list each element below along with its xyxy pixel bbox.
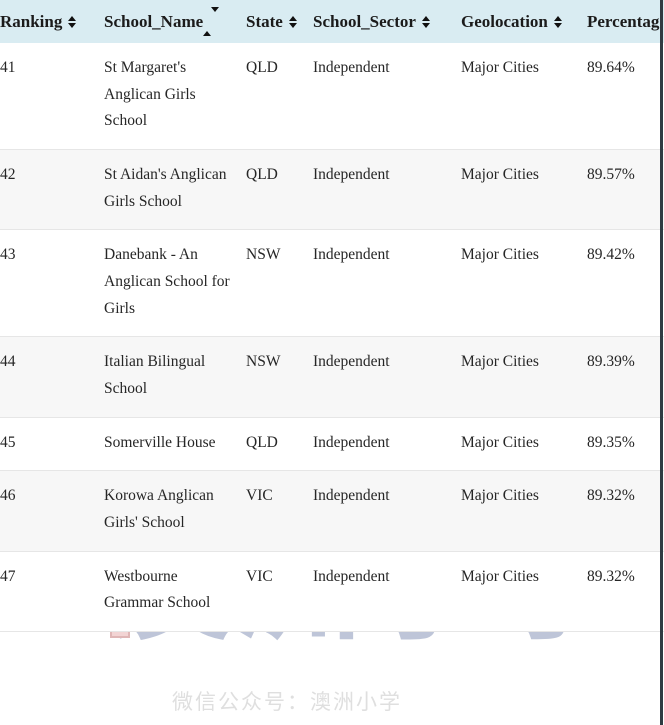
- column-header-label: School_Sector: [313, 12, 416, 31]
- cell-school-name: Westbourne Grammar School: [104, 551, 246, 632]
- cell-school-name: Italian Bilingual School: [104, 336, 246, 418]
- column-header-ranking[interactable]: Ranking: [0, 0, 104, 43]
- table-body: 41 St Margaret's Anglican Girls School Q…: [0, 43, 664, 632]
- cell-ranking: 42: [0, 149, 104, 231]
- cell-geolocation: Major Cities: [461, 336, 587, 418]
- cell-percentage: 89.64%: [587, 43, 664, 150]
- sort-arrows-icon[interactable]: [553, 15, 562, 28]
- column-header-label: Percentag: [587, 12, 660, 31]
- vertical-scrollbar[interactable]: [660, 0, 663, 725]
- table-row[interactable]: 45 Somerville House QLD Independent Majo…: [0, 417, 664, 472]
- column-header-label: Ranking: [0, 12, 63, 31]
- cell-school-name: Somerville House: [104, 417, 246, 472]
- cell-geolocation: Major Cities: [461, 229, 587, 338]
- column-header-label: School_Name: [104, 12, 204, 31]
- school-ranking-table: Ranking School_Name State School_Sector …: [0, 0, 664, 632]
- table-row[interactable]: 43 Danebank - An Anglican School for Gir…: [0, 229, 664, 338]
- column-header-percentage[interactable]: Percentag: [587, 0, 664, 43]
- cell-state: VIC: [246, 551, 313, 632]
- cell-school-sector: Independent: [313, 470, 461, 552]
- cell-state: VIC: [246, 470, 313, 552]
- cell-ranking: 44: [0, 336, 104, 418]
- cell-ranking: 43: [0, 229, 104, 338]
- sort-arrows-icon[interactable]: [288, 15, 297, 28]
- column-header-school-name[interactable]: School_Name: [104, 0, 246, 43]
- table-header: Ranking School_Name State School_Sector …: [0, 0, 664, 43]
- table-row[interactable]: 41 St Margaret's Anglican Girls School Q…: [0, 43, 664, 150]
- cell-school-name: Korowa Anglican Girls' School: [104, 470, 246, 552]
- cell-state: NSW: [246, 336, 313, 418]
- cell-percentage: 89.42%: [587, 229, 664, 338]
- cell-ranking: 45: [0, 417, 104, 472]
- sort-arrows-icon[interactable]: [203, 7, 220, 36]
- cell-school-sector: Independent: [313, 149, 461, 231]
- column-header-label: Geolocation: [461, 12, 548, 31]
- table-scroll-viewport[interactable]: 澳洲小学 微信公众号：澳洲小学 澳洲小学: [0, 0, 664, 725]
- cell-state: NSW: [246, 229, 313, 338]
- cell-school-name: Danebank - An Anglican School for Girls: [104, 229, 246, 338]
- watermark-small-text: 微信公众号：澳洲小学: [172, 690, 402, 714]
- cell-geolocation: Major Cities: [461, 43, 587, 150]
- cell-school-name: St Margaret's Anglican Girls School: [104, 43, 246, 150]
- table-header-row: Ranking School_Name State School_Sector …: [0, 0, 664, 43]
- table-row[interactable]: 44 Italian Bilingual School NSW Independ…: [0, 336, 664, 418]
- cell-state: QLD: [246, 149, 313, 231]
- cell-school-sector: Independent: [313, 336, 461, 418]
- cell-state: QLD: [246, 417, 313, 472]
- table-row[interactable]: 46 Korowa Anglican Girls' School VIC Ind…: [0, 470, 664, 552]
- cell-geolocation: Major Cities: [461, 417, 587, 472]
- cell-percentage: 89.32%: [587, 470, 664, 552]
- column-header-label: State: [246, 12, 283, 31]
- sort-arrows-icon[interactable]: [421, 15, 430, 28]
- cell-school-name: St Aidan's Anglican Girls School: [104, 149, 246, 231]
- cell-school-sector: Independent: [313, 417, 461, 472]
- cell-percentage: 89.32%: [587, 551, 664, 632]
- column-header-school-sector[interactable]: School_Sector: [313, 0, 461, 43]
- cell-school-sector: Independent: [313, 551, 461, 632]
- cell-state: QLD: [246, 43, 313, 150]
- sort-arrows-icon[interactable]: [68, 15, 77, 28]
- cell-ranking: 47: [0, 551, 104, 632]
- cell-school-sector: Independent: [313, 229, 461, 338]
- cell-geolocation: Major Cities: [461, 470, 587, 552]
- cell-ranking: 46: [0, 470, 104, 552]
- table-row[interactable]: 42 St Aidan's Anglican Girls School QLD …: [0, 149, 664, 231]
- cell-percentage: 89.39%: [587, 336, 664, 418]
- cell-geolocation: Major Cities: [461, 149, 587, 231]
- cell-geolocation: Major Cities: [461, 551, 587, 632]
- column-header-state[interactable]: State: [246, 0, 313, 43]
- column-header-geolocation[interactable]: Geolocation: [461, 0, 587, 43]
- table-row[interactable]: 47 Westbourne Grammar School VIC Indepen…: [0, 551, 664, 632]
- cell-percentage: 89.57%: [587, 149, 664, 231]
- cell-ranking: 41: [0, 43, 104, 150]
- cell-percentage: 89.35%: [587, 417, 664, 472]
- cell-school-sector: Independent: [313, 43, 461, 150]
